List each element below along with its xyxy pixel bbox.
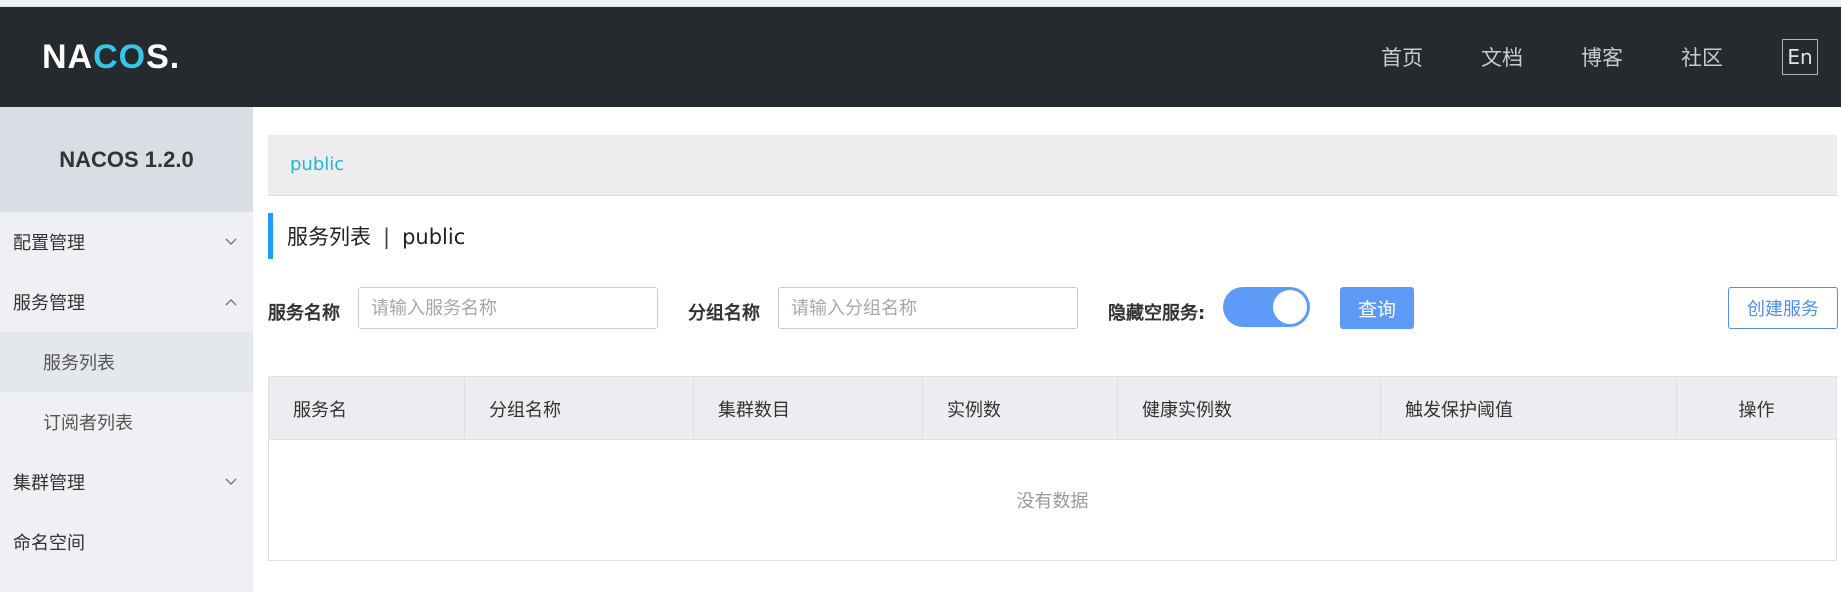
nav-blog[interactable]: 博客 [1581, 42, 1623, 72]
chevron-down-icon [225, 238, 237, 245]
table-empty-state: 没有数据 [1016, 491, 1089, 512]
group-name-input[interactable] [778, 287, 1078, 329]
nacos-logo[interactable]: NACOS. [42, 37, 180, 77]
column-header-group-name[interactable]: 分组名称 [465, 377, 694, 440]
sidebar-item-label: 服务列表 [43, 353, 115, 374]
namespace-link-public[interactable]: public [290, 154, 344, 175]
sidebar-item-label: 服务管理 [13, 293, 85, 314]
create-service-button[interactable]: 创建服务 [1728, 287, 1838, 329]
page-title: 服务列表 | public [287, 221, 465, 251]
sidebar-item-config-management[interactable]: 配置管理 [0, 212, 253, 272]
column-header-actions: 操作 [1738, 399, 1775, 421]
main-content: public 服务列表 | public 服务名称 分组名称 隐藏空服务: 查询 创… [268, 107, 1841, 592]
sidebar-item-label: 命名空间 [13, 533, 85, 554]
browser-top-strip [0, 0, 1841, 7]
column-header-instance-count[interactable]: 实例数 [923, 377, 1118, 440]
sidebar: NACOS 1.2.0 配置管理 服务管理 服务列表 订阅者列表 集群管理 命名… [0, 107, 253, 592]
column-header-service-name[interactable]: 服务名 [269, 377, 465, 440]
sidebar-item-namespace[interactable]: 命名空间 [0, 512, 253, 572]
sidebar-item-cluster-management[interactable]: 集群管理 [0, 452, 253, 512]
namespace-bar: public [268, 135, 1837, 196]
column-header-healthy-instance-count[interactable]: 健康实例数 [1118, 377, 1381, 440]
service-name-input[interactable] [358, 287, 658, 329]
filter-bar: 服务名称 分组名称 隐藏空服务: 查询 创建服务 [268, 287, 1841, 331]
service-name-label: 服务名称 [268, 303, 340, 324]
page-title-text: 服务列表 [287, 225, 371, 249]
table-header: 服务名 分组名称 集群数目 实例数 健康实例数 触发保护阈值 操作 [269, 377, 1836, 440]
toggle-knob [1273, 290, 1307, 324]
sidebar-item-service-list[interactable]: 服务列表 [0, 332, 253, 392]
service-table: 服务名 分组名称 集群数目 实例数 健康实例数 触发保护阈值 操作 没有数据 [268, 376, 1837, 561]
sidebar-item-service-management[interactable]: 服务管理 [0, 272, 253, 332]
chevron-up-icon [225, 299, 237, 306]
group-name-label: 分组名称 [688, 303, 760, 324]
sidebar-item-subscriber-list[interactable]: 订阅者列表 [0, 392, 253, 452]
hide-empty-services-label: 隐藏空服务: [1108, 303, 1206, 324]
nav-home[interactable]: 首页 [1381, 42, 1423, 72]
nav-docs[interactable]: 文档 [1481, 42, 1523, 72]
sidebar-item-label: 订阅者列表 [43, 413, 133, 434]
sidebar-version-title: NACOS 1.2.0 [0, 107, 253, 212]
hide-empty-services-toggle[interactable] [1223, 287, 1310, 327]
chevron-down-icon [225, 478, 237, 485]
page-title-separator: | [383, 225, 391, 249]
column-header-protect-threshold[interactable]: 触发保护阈值 [1381, 377, 1677, 440]
sidebar-item-label: 配置管理 [13, 233, 85, 254]
query-button[interactable]: 查询 [1340, 287, 1414, 329]
top-header: NACOS. 首页 文档 博客 社区 En [0, 7, 1841, 107]
language-switch-button[interactable]: En [1782, 39, 1818, 75]
page-title-bar: 服务列表 | public [268, 213, 465, 259]
top-nav: 首页 文档 博客 社区 [1381, 7, 1723, 107]
page-title-namespace: public [402, 225, 466, 249]
title-accent-bar [268, 213, 273, 259]
nav-community[interactable]: 社区 [1681, 42, 1723, 72]
column-header-cluster-count[interactable]: 集群数目 [694, 377, 923, 440]
sidebar-item-label: 集群管理 [13, 473, 85, 494]
